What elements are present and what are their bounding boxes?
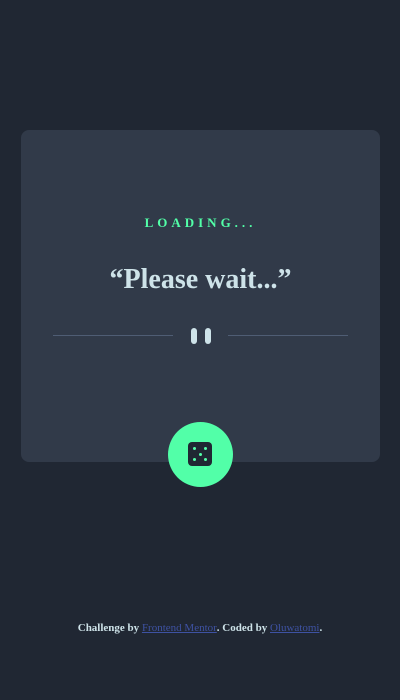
advice-card: LOADING... “Please wait...” bbox=[21, 130, 380, 462]
pause-bar-left bbox=[191, 328, 197, 344]
dice-dot bbox=[193, 447, 196, 450]
divider-line-left bbox=[53, 335, 173, 336]
frontend-mentor-link[interactable]: Frontend Mentor bbox=[142, 622, 217, 634]
attribution-footer: Challenge by Frontend Mentor. Coded by O… bbox=[0, 622, 400, 634]
dice-dot bbox=[198, 452, 202, 456]
generate-advice-button[interactable] bbox=[168, 422, 233, 487]
advice-id-label: LOADING... bbox=[144, 215, 257, 230]
pause-bar-right bbox=[205, 328, 211, 344]
footer-prefix: Challenge by bbox=[77, 622, 142, 634]
pause-icon bbox=[191, 328, 211, 344]
advice-quote: “Please wait...” bbox=[109, 264, 292, 295]
dice-dot bbox=[193, 458, 196, 461]
dice-dot bbox=[204, 447, 207, 450]
author-link[interactable]: Oluwatomi bbox=[270, 622, 320, 634]
divider bbox=[53, 328, 348, 344]
divider-line-right bbox=[228, 335, 348, 336]
dice-icon bbox=[188, 442, 212, 466]
dice-dot bbox=[204, 458, 207, 461]
footer-middle: . Coded by bbox=[216, 622, 270, 634]
footer-suffix: . bbox=[319, 622, 323, 634]
